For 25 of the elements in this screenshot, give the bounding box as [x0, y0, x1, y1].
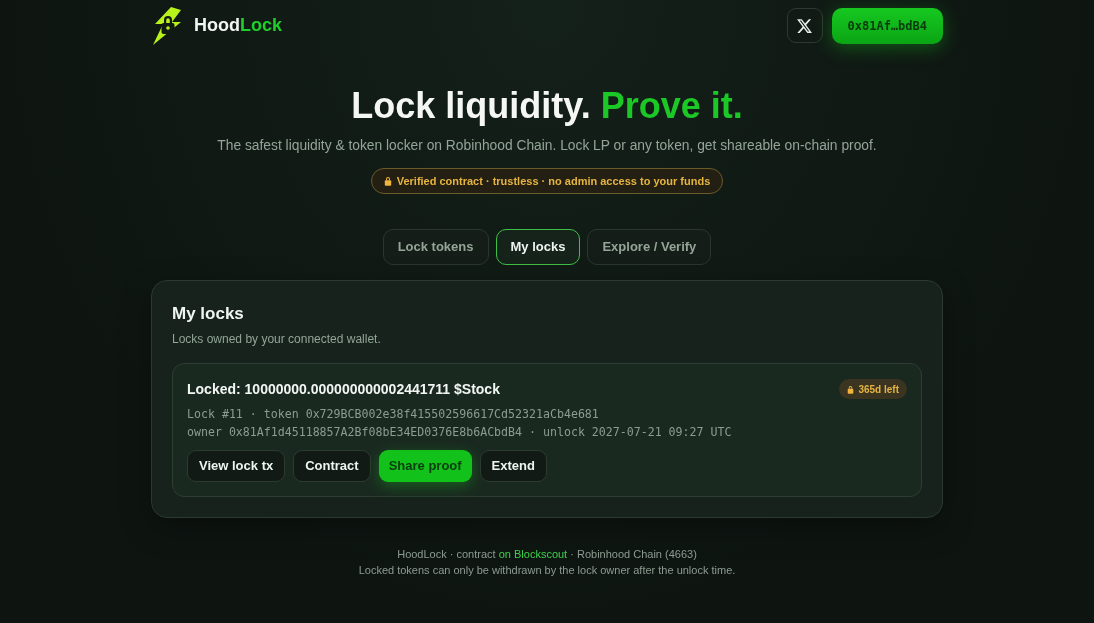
share-proof-button[interactable]: Share proof — [378, 450, 472, 482]
padlock-icon — [383, 176, 392, 186]
panel-title: My locks — [172, 303, 244, 325]
footer-note: Locked tokens can only be withdrawn by the lock owner after the unlock time. — [358, 563, 736, 578]
x-link-button[interactable] — [786, 8, 823, 43]
tab[interactable]: Explore / Verify — [587, 229, 712, 265]
wallet-button[interactable]: 0x81Af…bdB4 — [831, 7, 943, 44]
lock-title: Locked: 10000000.000000000002441711 $Stock — [187, 380, 500, 399]
action-button[interactable]: View lock tx — [187, 450, 286, 482]
lock-detail: Lock #11 · token 0x729BCB002e38f415502596617Cd52321aCb4e681 — [187, 406, 599, 423]
blockscout-link[interactable]: on Blockscout — [498, 548, 568, 560]
lock-detail: owner 0x81Af1d45118857A2Bf08bE34ED0376E8b6ACbdB4 · unlock 2027-07-21 09:27 UTC — [187, 424, 732, 441]
x-icon — [797, 18, 812, 33]
time-left-text: 365d left — [858, 382, 899, 397]
padlock-icon — [847, 384, 855, 394]
hero-title: Lock liquidity. Prove it. — [351, 84, 743, 128]
hero-subtitle: The safest liquidity & token locker on Robinhood Chain. Lock LP or any token, get shareable on-chain proof. — [217, 137, 877, 155]
tab[interactable]: My locks — [495, 229, 581, 265]
footer-credit: HoodLock · contract on Blockscout · Robinhood Chain (4663) — [397, 547, 697, 562]
verified-badge-text: Verified contract · trustless · no admin access to your funds — [396, 173, 711, 189]
tab[interactable]: Lock tokens — [382, 229, 489, 265]
action-button[interactable]: Contract — [293, 450, 371, 482]
action-button[interactable]: Extend — [479, 450, 547, 482]
panel-subtitle: Locks owned by your connected wallet. — [172, 331, 381, 347]
brand-name: HoodLock — [194, 14, 282, 37]
